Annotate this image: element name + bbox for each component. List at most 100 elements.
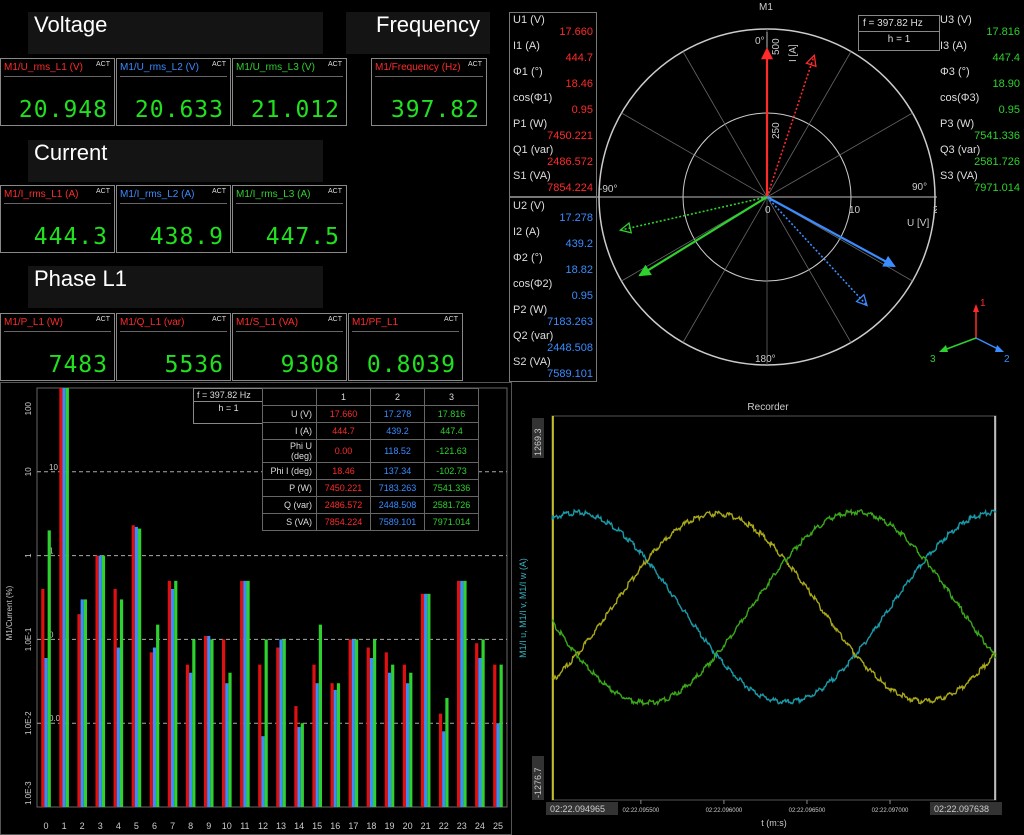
phasor-right-value: 17.816 <box>986 26 1020 38</box>
u-axis-label: U [V] <box>907 218 929 229</box>
phasor-left_bottom-value: 7183.263 <box>547 316 593 328</box>
harm-harmonic: h = 1 <box>218 403 239 413</box>
phasor-left_top-label: U1 (V) <box>513 14 545 26</box>
i-axis-label: I [A] <box>788 44 799 62</box>
current-meter-1[interactable]: M1/I_rms_L1 (A) ACT 444.3 <box>0 185 115 253</box>
harm-bar <box>101 555 106 807</box>
harm-x-tick: 15 <box>312 821 322 831</box>
angle-label: 0° <box>755 36 765 47</box>
harm-bar <box>369 657 374 807</box>
phasor-left_bottom-label: U2 (V) <box>513 200 545 212</box>
phase-meter-1[interactable]: M1/P_L1 (W) ACT 7483 <box>0 313 115 381</box>
harm-bar <box>243 580 247 807</box>
voltage-meter-3[interactable]: M1/U_rms_L3 (V) ACT 21.012 <box>232 58 347 126</box>
harmonics-panel[interactable]: 100 10 1 1.0E-1 1.0E-2 1.0E-3 10 1 0 0.01 M1/Curre… <box>0 382 512 835</box>
meter-act: ACT <box>96 61 110 68</box>
current-meter-3[interactable]: M1/I_rms_L3 (A) ACT 447.5 <box>232 185 347 253</box>
harm-bar <box>318 624 322 807</box>
frequency-title: Frequency <box>346 12 490 54</box>
rec-wave-1 <box>551 508 997 705</box>
phasor-left_top-label: I1 (A) <box>513 40 540 52</box>
harm-table-cell: 7589.101 <box>370 513 425 531</box>
harm-bar <box>300 723 304 807</box>
phasor-left_top-label: Q1 (var) <box>513 144 554 156</box>
harm-bar <box>427 593 431 807</box>
voltage-meter-1[interactable]: M1/U_rms_L1 (V) ACT 20.948 <box>0 58 115 126</box>
harm-bar <box>189 672 193 807</box>
harm-y-tick: 1.0E-1 <box>24 627 33 651</box>
harm-table-cell: U (V) <box>262 405 317 423</box>
axis-legend-3-arrow <box>939 345 948 352</box>
harm-freq-box: f = 397.82 Hz h = 1 <box>193 388 264 424</box>
harm-x-tick: 12 <box>258 821 268 831</box>
harm-y-label: M1/Current (%) <box>5 585 14 640</box>
meter-label: M1/Frequency (Hz) <box>375 62 461 73</box>
phase-meter-3[interactable]: M1/S_L1 (VA) ACT 9308 <box>232 313 347 381</box>
harm-bar <box>493 664 497 807</box>
phasor-right-value: 7971.014 <box>974 182 1020 194</box>
current-meter-2[interactable]: M1/I_rms_L2 (A) ACT 438.9 <box>116 185 231 253</box>
harm-x-tick: 20 <box>403 821 413 831</box>
harm-table-cell: 137.34 <box>370 462 425 480</box>
harm-bar <box>62 388 66 807</box>
phase-meter-4[interactable]: M1/PF_L1 ACT 0.8039 <box>348 313 463 381</box>
harm-bar <box>420 593 425 807</box>
harm-table-cell: 17.660 <box>316 405 371 423</box>
phasor-right-value: 0.95 <box>998 104 1020 116</box>
spoke <box>682 196 768 343</box>
harm-bar <box>83 599 87 807</box>
harm-x-tick: 6 <box>152 821 157 831</box>
harm-bar <box>80 599 84 807</box>
harm-x-tick: 2 <box>80 821 85 831</box>
harm-table-cell: 7541.336 <box>424 479 479 497</box>
phasor-freq-box: f = 397.82 Hz h = 1 <box>858 15 940 51</box>
harm-bar <box>438 713 443 807</box>
harm-bar <box>246 580 250 807</box>
recorder-chart[interactable]: Recorder 1269.3 -1276.7 M1/I u, M1/I v, M1/… <box>512 382 1024 835</box>
harm-bar <box>261 736 265 807</box>
harm-bar <box>463 580 467 807</box>
meter-value: 447.5 <box>265 224 340 250</box>
phasor-left_bottom-value: 0.95 <box>571 290 593 302</box>
harm-table-cell: 439.2 <box>370 422 425 440</box>
phasor-left_bottom-label: Q2 (var) <box>513 330 554 342</box>
harm-bar <box>330 683 334 807</box>
rec-wave-3 <box>551 508 997 707</box>
harm-bar <box>222 639 226 807</box>
harm-bar <box>496 723 500 807</box>
harm-bar <box>131 525 135 807</box>
harm-bar <box>384 652 388 807</box>
frequency-meter[interactable]: M1/Frequency (Hz) ACT 397.82 <box>371 58 487 126</box>
phasor-right-label: Φ3 (°) <box>940 66 970 78</box>
harm-x-tick: 22 <box>439 821 449 831</box>
harm-table-cell: 17.278 <box>370 405 425 423</box>
phasor-diagram[interactable]: 0° 90° 180° -90° 0 10 20 U [V] 250 500 I [A] <box>597 12 937 382</box>
rec-x-tick: 02:22.097000 <box>872 808 909 814</box>
harm-bar <box>445 697 449 807</box>
phase-meter-2[interactable]: M1/Q_L1 (var) ACT 5536 <box>116 313 231 381</box>
harm-y-tick: 1.0E-2 <box>24 711 33 735</box>
harm-table-cell: Phi I (deg) <box>262 462 317 480</box>
phasor-right-label: S3 (VA) <box>940 170 978 182</box>
harm-bar <box>258 664 262 807</box>
harm-y-tick: 1.0E-3 <box>24 781 33 805</box>
phasor-panel[interactable]: U1 (V) 17.660 I1 (A) 444.7 Φ1 (°) 18.46 cos(Φ1… <box>509 2 1024 382</box>
voltage-meter-2[interactable]: M1/U_rms_L2 (V) ACT 20.633 <box>116 58 231 126</box>
harm-x-tick: 11 <box>240 821 249 831</box>
harm-table-cell: -102.73 <box>424 462 479 480</box>
harm-x-tick: 13 <box>276 821 286 831</box>
rec-x-end: 02:22.097638 <box>934 804 989 814</box>
recorder-panel[interactable]: Recorder 1269.3 -1276.7 M1/I u, M1/I v, M1/… <box>512 382 1024 835</box>
harm-bar <box>336 683 341 807</box>
harm-x-tick: 10 <box>222 821 232 831</box>
phasor-left_top-label: Φ1 (°) <box>513 66 543 78</box>
rec-y-label: M1/I u, M1/I v, M1/I w (A) <box>518 558 528 658</box>
harm-table-cell: -121.63 <box>424 439 479 463</box>
harm-table-cell: 444.7 <box>316 422 371 440</box>
harm-bar <box>424 593 428 807</box>
u-tick: 20 <box>933 205 937 216</box>
phasor-right-label: cos(Φ3) <box>940 92 980 104</box>
meter-value: 5536 <box>164 352 224 378</box>
phasor-left_top-label: cos(Φ1) <box>513 92 553 104</box>
harm-x-tick: 4 <box>116 821 121 831</box>
